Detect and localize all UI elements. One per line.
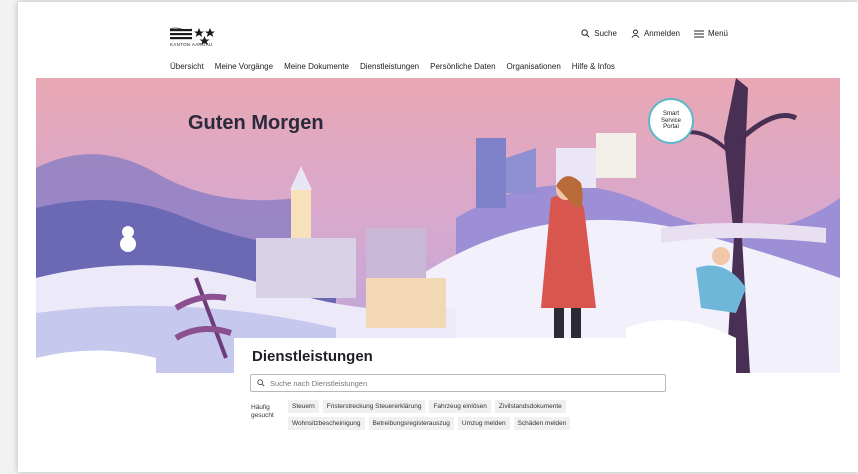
tag-schaeden-melden[interactable]: Schäden melden <box>513 417 571 430</box>
nav-item-dienstleistungen[interactable]: Dienstleistungen <box>360 62 419 71</box>
tag-fahrzeug-einloesen[interactable]: Fahrzeug einlösen <box>429 400 491 413</box>
frequent-searches-label: Häufig gesucht <box>251 404 283 420</box>
greeting-heading: Guten Morgen <box>188 112 324 134</box>
search-button[interactable]: Suche <box>581 29 617 38</box>
main-nav: Übersicht Meine Vorgänge Meine Dokumente… <box>170 62 615 71</box>
tag-umzug-melden[interactable]: Umzug melden <box>457 417 510 430</box>
search-icon <box>581 29 590 38</box>
services-panel: Dienstleistungen Häufig gesucht Steuern … <box>234 338 686 472</box>
top-actions: Suche Anmelden Menü <box>581 29 728 38</box>
nav-item-meine-dokumente[interactable]: Meine Dokumente <box>284 62 349 71</box>
browser-page: KANTON AARGAU Suche Anmelden Menü Übersi… <box>18 2 858 472</box>
tag-zivilstandsdokumente[interactable]: Zivilstandsdokumente <box>494 400 566 413</box>
tag-betreibungsregisterauszug[interactable]: Betreibungsregisterauszug <box>368 417 454 430</box>
search-icon <box>257 379 265 387</box>
badge-line-3: Portal <box>663 124 679 131</box>
nav-item-organisationen[interactable]: Organisationen <box>507 62 561 71</box>
services-search-box[interactable] <box>250 374 666 392</box>
nav-item-meine-vorgaenge[interactable]: Meine Vorgänge <box>215 62 273 71</box>
frequent-search-tags: Steuern Fristerstreckung Steuererklärung… <box>288 400 618 430</box>
hero-banner: Guten Morgen Smart Service Portal <box>36 78 840 373</box>
smart-service-portal-badge: Smart Service Portal <box>648 98 694 144</box>
nav-item-uebersicht[interactable]: Übersicht <box>170 62 204 71</box>
nav-item-persoenliche-daten[interactable]: Persönliche Daten <box>430 62 495 71</box>
winter-town-illustration <box>36 78 840 373</box>
services-search-input[interactable] <box>270 378 650 388</box>
frequent-label-line-2: gesucht <box>251 412 274 419</box>
services-title: Dienstleistungen <box>252 348 373 365</box>
nav-item-hilfe-infos[interactable]: Hilfe & Infos <box>572 62 615 71</box>
login-button[interactable]: Anmelden <box>631 29 680 38</box>
tag-wohnsitzbescheinigung[interactable]: Wohnsitzbescheinigung <box>288 417 365 430</box>
menu-button-label: Menü <box>707 29 728 38</box>
hamburger-icon <box>693 30 704 38</box>
frequent-label-line-1: Häufig <box>251 404 270 411</box>
tag-fristerstreckung[interactable]: Fristerstreckung Steuererklärung <box>322 400 426 413</box>
menu-button[interactable]: Menü <box>693 29 728 38</box>
login-button-label: Anmelden <box>643 29 680 38</box>
logo-wordmark: KANTON AARGAU <box>170 42 213 47</box>
search-button-label: Suche <box>594 29 617 38</box>
user-icon <box>631 29 640 38</box>
site-header: KANTON AARGAU Suche Anmelden Menü Übersi… <box>18 2 858 78</box>
tag-steuern[interactable]: Steuern <box>288 400 319 413</box>
